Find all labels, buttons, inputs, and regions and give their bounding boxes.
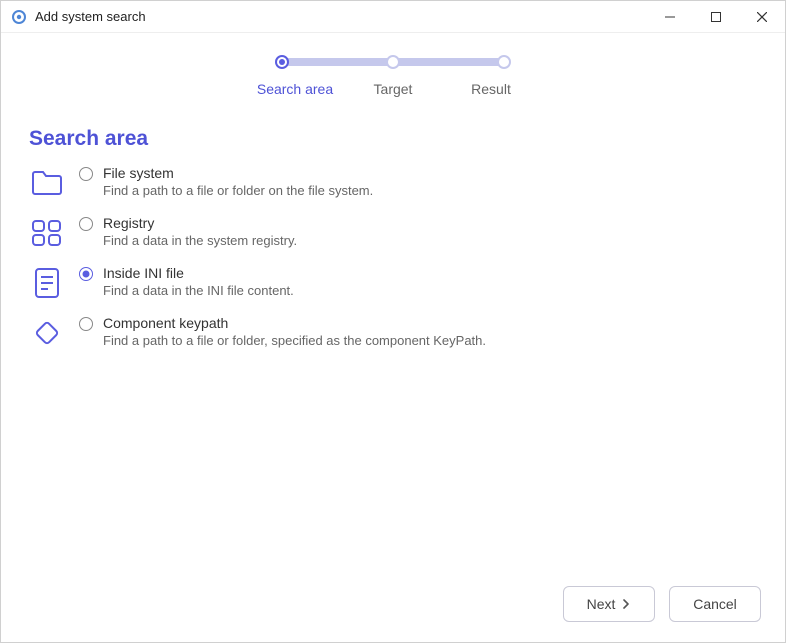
option-file-system[interactable]: File system Find a path to a file or fol… (29, 165, 785, 201)
title-bar: Add system search (1, 1, 785, 33)
next-button[interactable]: Next (563, 586, 655, 622)
radio-ini-file[interactable] (79, 267, 93, 281)
stepper-labels: Search area Target Result (253, 81, 533, 97)
stepper-label-search-area: Search area (253, 81, 337, 97)
maximize-button[interactable] (693, 1, 739, 33)
stepper-dot-search-area[interactable] (275, 55, 289, 69)
registry-icon (29, 215, 65, 251)
option-desc: Find a path to a file or folder, specifi… (103, 333, 486, 348)
option-desc: Find a data in the system registry. (103, 233, 297, 248)
app-icon (11, 9, 27, 25)
option-desc: Find a data in the INI file content. (103, 283, 294, 298)
option-title: Registry (103, 215, 297, 231)
stepper-dot-target[interactable] (386, 55, 400, 69)
minimize-button[interactable] (647, 1, 693, 33)
radio-component-keypath[interactable] (79, 317, 93, 331)
option-desc: Find a path to a file or folder on the f… (103, 183, 373, 198)
stepper-label-result: Result (449, 81, 533, 97)
search-area-options: File system Find a path to a file or fol… (1, 165, 785, 351)
next-button-label: Next (587, 596, 616, 612)
folder-icon (29, 165, 65, 201)
option-title: File system (103, 165, 373, 181)
option-title: Component keypath (103, 315, 486, 331)
cancel-button[interactable]: Cancel (669, 586, 761, 622)
wizard-stepper: Search area Target Result (1, 55, 785, 97)
stepper-label-target: Target (351, 81, 435, 97)
stepper-track (275, 55, 511, 69)
wizard-footer: Next Cancel (563, 586, 761, 622)
cancel-button-label: Cancel (693, 596, 737, 612)
option-component-keypath[interactable]: Component keypath Find a path to a file … (29, 315, 785, 351)
close-button[interactable] (739, 1, 785, 33)
window-title: Add system search (35, 9, 146, 24)
option-title: Inside INI file (103, 265, 294, 281)
file-text-icon (29, 265, 65, 301)
option-ini-file[interactable]: Inside INI file Find a data in the INI f… (29, 265, 785, 301)
window-controls (647, 1, 785, 33)
stepper-dot-result[interactable] (497, 55, 511, 69)
radio-file-system[interactable] (79, 167, 93, 181)
chevron-right-icon (621, 596, 631, 612)
page-title: Search area (29, 127, 785, 151)
option-registry[interactable]: Registry Find a data in the system regis… (29, 215, 785, 251)
diamond-icon (29, 315, 65, 351)
radio-registry[interactable] (79, 217, 93, 231)
